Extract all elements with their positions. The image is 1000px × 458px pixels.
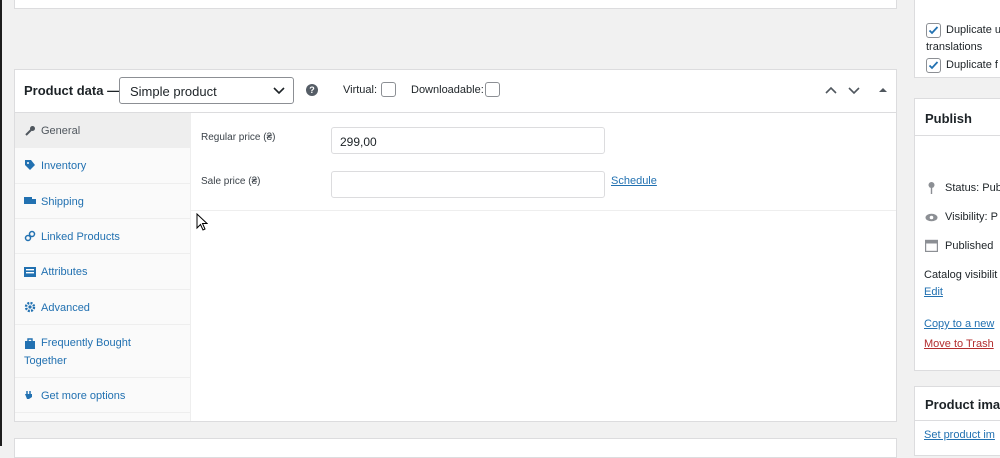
- regular-price-label: Regular price (₴): [201, 132, 276, 143]
- tab-label: General: [41, 125, 81, 137]
- tab-label: Linked Products: [41, 231, 120, 243]
- regular-price-value: 299,00: [340, 135, 377, 149]
- tab-get-more-options[interactable]: Get more options: [15, 378, 190, 413]
- next-metabox: [14, 438, 897, 458]
- tab-label: Inventory: [41, 160, 87, 172]
- bag-icon: [25, 338, 35, 349]
- product-data-metabox: Product data — Simple product ? Virtual:…: [14, 69, 897, 422]
- product-image-title: Product imag: [925, 397, 1000, 412]
- sale-price-input[interactable]: [331, 171, 605, 198]
- publish-title: Publish: [925, 111, 972, 126]
- tab-shipping[interactable]: Shipping: [15, 184, 190, 219]
- downloadable-label: Downloadable:: [411, 84, 484, 96]
- duplicate-checkbox-2[interactable]: [926, 58, 941, 73]
- sale-price-label: Sale price (₴): [201, 176, 261, 187]
- tab-label: Frequently Bought: [41, 337, 131, 349]
- move-up-icon[interactable]: [823, 82, 839, 98]
- tab-attributes[interactable]: Attributes: [15, 254, 190, 290]
- tag-icon: [25, 160, 35, 170]
- tab-linked-products[interactable]: Linked Products: [15, 219, 190, 254]
- publish-header: Publish: [915, 99, 1000, 136]
- help-icon[interactable]: ?: [306, 84, 318, 96]
- publish-metabox: Publish Status: Pub Visibility: P Publis…: [914, 98, 1000, 371]
- catalog-visibility-text: Catalog visibilit: [924, 269, 998, 281]
- virtual-label: Virtual:: [343, 84, 378, 96]
- list-icon: [24, 267, 36, 277]
- tab-label-line2: Together: [24, 355, 67, 367]
- divider: [915, 420, 1000, 421]
- checkmark-icon: [928, 61, 939, 70]
- product-type-value: Simple product: [130, 84, 217, 99]
- visibility-text: Visibility: P: [945, 211, 998, 223]
- tab-label: Get more options: [41, 390, 126, 402]
- window-edge: [0, 0, 2, 446]
- tab-advanced[interactable]: Advanced: [15, 290, 190, 325]
- languages-metabox: Duplicate u translations Duplicate f: [914, 0, 1000, 78]
- eye-icon: [925, 213, 938, 222]
- product-data-title: Product data —: [24, 83, 121, 98]
- product-data-tabs: General Inventory Shipping Linked Produc…: [15, 113, 191, 421]
- catalog-visibility-edit-link[interactable]: Edit: [924, 286, 943, 298]
- wrench-icon: [25, 126, 35, 136]
- duplicate-label-1-cont: translations: [926, 41, 983, 53]
- collapse-toggle-icon[interactable]: [875, 82, 891, 98]
- virtual-checkbox[interactable]: [381, 82, 396, 97]
- set-product-image-link[interactable]: Set product im: [924, 429, 995, 441]
- plugin-icon: [25, 391, 32, 399]
- tab-frequently-bought-together[interactable]: Frequently Bought Together: [15, 325, 190, 378]
- previous-metabox: [14, 0, 897, 9]
- copy-to-draft-link[interactable]: Copy to a new: [924, 318, 994, 330]
- calendar-icon: [925, 239, 938, 252]
- truck-icon: [24, 197, 36, 204]
- link-icon: [24, 230, 36, 242]
- published-text: Published: [945, 240, 994, 252]
- chevron-down-icon: [273, 87, 285, 95]
- schedule-link[interactable]: Schedule: [611, 175, 657, 187]
- move-to-trash-link[interactable]: Move to Trash: [924, 338, 994, 350]
- move-down-icon[interactable]: [846, 82, 862, 98]
- tab-inventory[interactable]: Inventory: [15, 148, 190, 184]
- mouse-cursor-icon: [196, 213, 208, 231]
- tab-general[interactable]: General: [15, 113, 190, 148]
- regular-price-input[interactable]: 299,00: [331, 127, 605, 154]
- general-panel: Regular price (₴) 299,00 Sale price (₴) …: [191, 113, 896, 211]
- duplicate-checkbox-1[interactable]: [926, 23, 941, 38]
- status-text: Status: Pub: [945, 182, 1000, 194]
- product-type-select[interactable]: Simple product: [119, 77, 294, 104]
- checkmark-icon: [928, 26, 939, 35]
- pin-icon: [928, 182, 935, 194]
- tab-label: Shipping: [41, 196, 84, 208]
- tab-label: Advanced: [41, 302, 90, 314]
- tab-label: Attributes: [41, 266, 88, 278]
- duplicate-label-1: Duplicate u: [946, 24, 1000, 36]
- duplicate-label-2: Duplicate f: [946, 59, 998, 71]
- product-data-header: Product data — Simple product ? Virtual:…: [15, 70, 896, 113]
- gear-icon: [24, 301, 36, 313]
- downloadable-checkbox[interactable]: [485, 82, 500, 97]
